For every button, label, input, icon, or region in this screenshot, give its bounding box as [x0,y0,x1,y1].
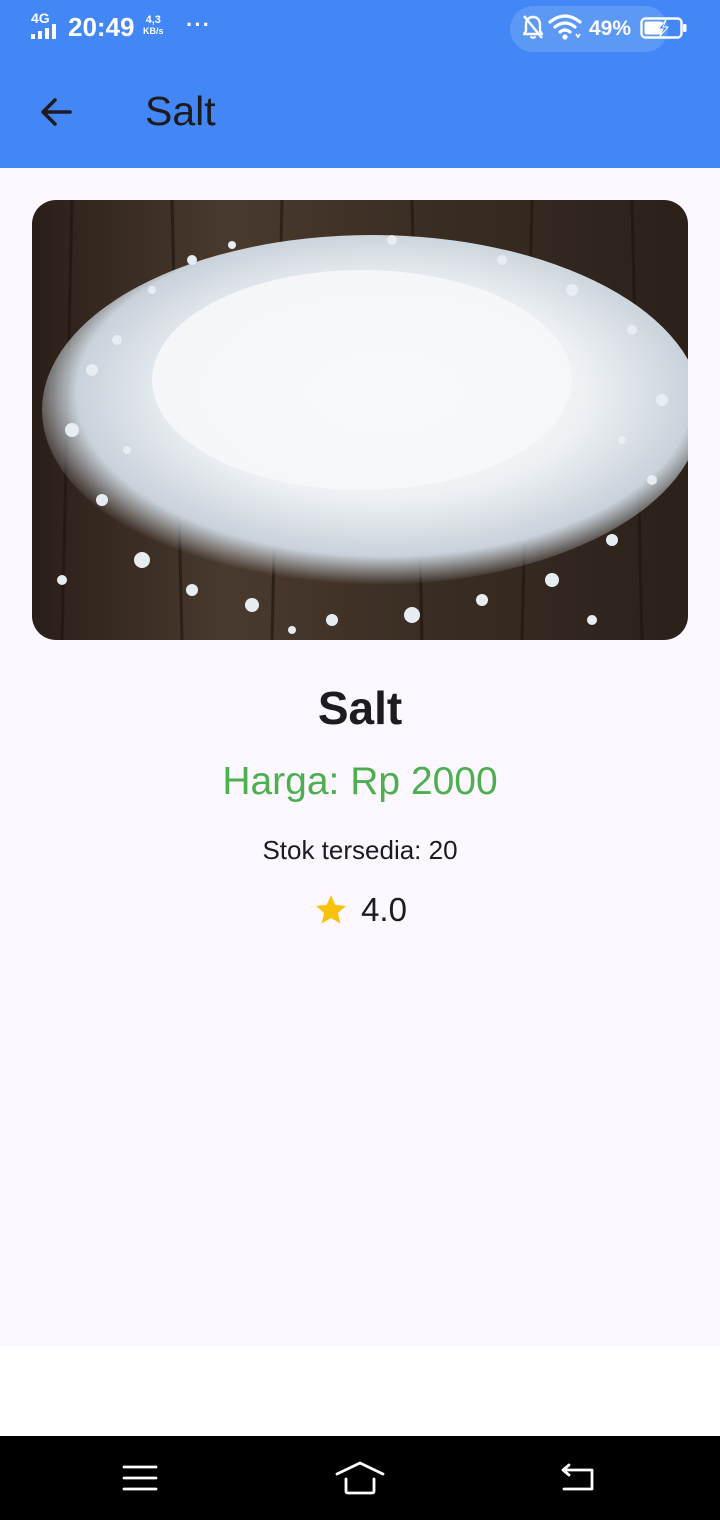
home-button[interactable] [328,1450,392,1506]
arrow-left-icon [41,98,72,126]
menu-button[interactable] [108,1450,172,1506]
status-bar: 4G 20:49 4,3 KB/s ··· 49% [0,0,720,56]
menu-icon [122,1465,158,1491]
system-nav-bar [0,1436,720,1520]
signal-icon [31,24,56,39]
product-price: Harga: Rp 2000 [222,760,498,803]
home-icon [335,1461,385,1495]
star-icon [316,895,346,924]
product-detail: Salt Harga: Rp 2000 Stok tersedia: 20 4.… [0,168,720,1346]
app-bar-title: Salt [145,88,216,134]
more-notifications-icon: ··· [186,12,211,37]
rating-value: 4.0 [361,891,407,928]
back-icon [561,1463,594,1491]
product-name: Salt [317,682,403,734]
app-bar [0,56,720,168]
product-stock: Stok tersedia: 20 [262,835,458,865]
status-time: 20:49 [68,12,135,42]
network-speed-unit: KB/s [143,26,164,36]
nav-back-button[interactable] [546,1450,610,1506]
salt-photo [32,200,688,640]
bell-off-icon [522,15,544,39]
wifi-icon [548,14,582,40]
network-speed-value: 4,3 [145,14,161,26]
network-speed: 4,3 KB/s [143,15,164,37]
battery-charging-icon [640,17,687,39]
back-button[interactable] [28,84,84,140]
battery-percent: 49% [589,17,632,40]
product-image [32,200,688,640]
product-rating: 4.0 [0,890,720,930]
